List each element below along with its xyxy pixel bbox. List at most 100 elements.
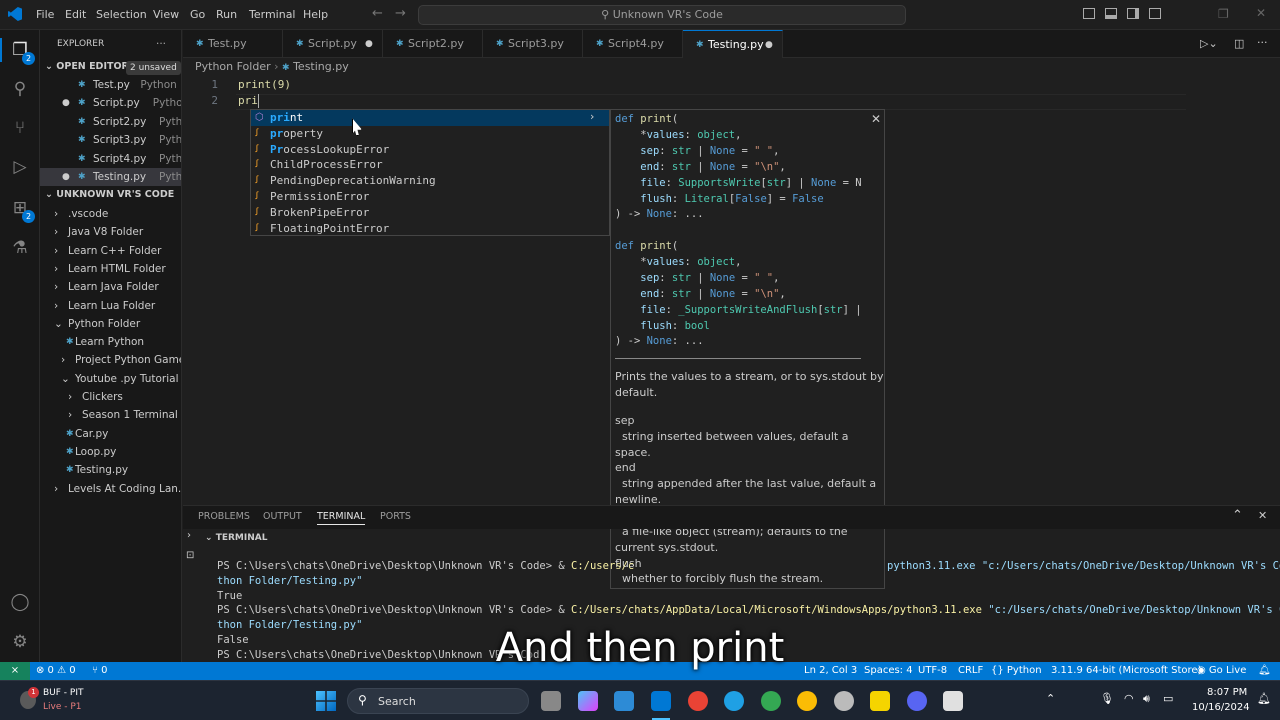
suggestion-item[interactable]: ꭍ ChildProcessError xyxy=(251,157,609,173)
sticky-notes-icon[interactable] xyxy=(870,691,890,711)
toggle-sidebar-icon[interactable] xyxy=(1083,8,1095,19)
tree-item[interactable]: › Clickers xyxy=(40,388,181,406)
source-control-icon[interactable]: ⑂ xyxy=(8,116,32,140)
obs-icon[interactable] xyxy=(834,691,854,711)
workspace-section[interactable]: ⌄ UNKNOWN VR'S CODE xyxy=(40,186,181,204)
task-view-icon[interactable] xyxy=(541,691,561,711)
tree-item[interactable]: ✱ Testing.py xyxy=(40,461,181,479)
search-icon[interactable]: ⚲ xyxy=(8,77,32,101)
tab-script-py[interactable]: ✱ Script.py ● xyxy=(283,30,383,58)
taskbar-search-box[interactable]: ⚲ Search xyxy=(347,688,529,714)
open-editor-item[interactable]: ✱ Test.py Python F... xyxy=(40,76,181,94)
tab-ports[interactable]: PORTS xyxy=(380,511,411,522)
wifi-icon[interactable]: ◠ xyxy=(1124,692,1134,705)
more-actions-icon[interactable]: ··· xyxy=(156,35,176,53)
open-editor-item[interactable]: ✱ Script2.py Pytho... xyxy=(40,113,181,131)
menu-selection[interactable]: Selection xyxy=(96,8,147,21)
tab-testing-py[interactable]: ✱ Testing.py ● xyxy=(683,30,783,58)
menu-terminal[interactable]: Terminal xyxy=(249,8,296,21)
discord-icon[interactable] xyxy=(907,691,927,711)
chrome-alt-icon[interactable] xyxy=(797,691,817,711)
suggestion-item[interactable]: ꭍ BrokenPipeError xyxy=(251,205,609,221)
command-center[interactable]: ⚲ Unknown VR's Code xyxy=(418,5,906,25)
file-explorer-icon[interactable] xyxy=(614,691,634,711)
menu-view[interactable]: View xyxy=(153,8,179,21)
account-icon[interactable]: ◯ xyxy=(8,590,32,614)
menu-go[interactable]: Go xyxy=(190,8,205,21)
volume-icon[interactable]: 🔊︎ xyxy=(1143,692,1150,706)
suggestion-item[interactable]: ꭍ ProcessLookupError xyxy=(251,142,609,158)
open-editor-item[interactable]: ✱ Script3.py Pytho... xyxy=(40,131,181,149)
windows-start-icon[interactable] xyxy=(316,691,336,711)
split-editor-icon[interactable]: ◫ xyxy=(1234,37,1244,50)
suggestion-item[interactable]: ꭍ PendingDeprecationWarning xyxy=(251,173,609,189)
close-window-icon[interactable]: ✕ xyxy=(1256,6,1266,20)
menu-help[interactable]: Help xyxy=(303,8,328,21)
maximize-panel-icon[interactable]: ⌃ xyxy=(1232,508,1243,523)
tree-item[interactable]: › Levels At Coding Lan... xyxy=(40,480,181,498)
restore-window-icon[interactable]: ❐ xyxy=(1218,7,1229,21)
tab-script3-py[interactable]: ✱ Script3.py xyxy=(483,30,583,58)
menu-run[interactable]: Run xyxy=(216,8,237,21)
suggestion-item[interactable]: ꭍ FloatingPointError xyxy=(251,221,609,237)
tree-item[interactable]: ⌄ Python Folder xyxy=(40,315,181,333)
back-arrow-icon[interactable]: ← xyxy=(372,6,383,21)
terminal-section-title[interactable]: ⌄ TERMINAL xyxy=(205,533,267,543)
tree-item[interactable]: › .vscode xyxy=(40,205,181,223)
tree-item[interactable]: ✱ Loop.py xyxy=(40,443,181,461)
clock-date[interactable]: 10/16/2024 xyxy=(1192,702,1250,713)
tab-terminal[interactable]: TERMINAL xyxy=(317,511,366,525)
testing-flask-icon[interactable]: ⚗ xyxy=(8,236,32,260)
tree-item[interactable]: › Learn Java Folder xyxy=(40,278,181,296)
tab-script2-py[interactable]: ✱ Script2.py xyxy=(383,30,483,58)
open-editor-item[interactable]: ● ✱ Testing.py Pytho... xyxy=(40,168,181,186)
tree-item[interactable]: ✱ Car.py xyxy=(40,425,181,443)
chevron-right-icon[interactable]: › xyxy=(187,530,191,541)
tree-item[interactable]: › Learn HTML Folder xyxy=(40,260,181,278)
microphone-icon[interactable]: 🎙︎ xyxy=(1100,692,1114,705)
run-debug-icon[interactable]: ▷ xyxy=(8,155,32,179)
tree-item[interactable]: › Learn C++ Folder xyxy=(40,242,181,260)
chrome-icon[interactable] xyxy=(688,691,708,711)
toggle-panel-icon[interactable] xyxy=(1105,8,1117,19)
open-editor-item[interactable]: ● ✱ Script.py Python ... xyxy=(40,94,181,112)
breadcrumb-folder[interactable]: Python Folder xyxy=(195,60,271,73)
code-line-1[interactable]: print(9) xyxy=(238,78,291,91)
chrome-profile-icon[interactable] xyxy=(761,691,781,711)
edge-icon[interactable] xyxy=(724,691,744,711)
tab-output[interactable]: OUTPUT xyxy=(263,511,302,522)
close-icon[interactable]: ✕ xyxy=(871,112,881,126)
more-actions-icon[interactable]: ··· xyxy=(1257,36,1268,49)
code-line-2[interactable]: pri xyxy=(238,94,258,107)
tab-script4-py[interactable]: ✱ Script4.py xyxy=(583,30,683,58)
battery-icon[interactable]: ▭ xyxy=(1163,692,1173,705)
tree-item[interactable]: › Java V8 Folder xyxy=(40,223,181,241)
forward-arrow-icon[interactable]: → xyxy=(395,6,406,21)
close-panel-icon[interactable]: ✕ xyxy=(1258,509,1267,522)
tab-problems[interactable]: PROBLEMS xyxy=(198,511,250,522)
chevron-right-icon[interactable]: › xyxy=(590,110,594,123)
suggestion-item[interactable]: ⬡ print xyxy=(251,110,609,126)
menu-edit[interactable]: Edit xyxy=(65,8,86,21)
menu-file[interactable]: File xyxy=(36,8,54,21)
breadcrumb-file[interactable]: Testing.py xyxy=(293,60,349,73)
tab-test-py[interactable]: ✱ Test.py xyxy=(183,30,283,58)
tree-item[interactable]: ⌄ Youtube .py Tutorial xyxy=(40,370,181,388)
tab-label: Testing.py xyxy=(708,38,764,51)
tree-item[interactable]: › Season 1 Terminal xyxy=(40,406,181,424)
chevron-up-icon[interactable]: ⌃ xyxy=(1046,692,1055,705)
snipping-tool-icon[interactable] xyxy=(943,691,963,711)
customize-layout-icon[interactable] xyxy=(1149,8,1161,19)
toggle-secondary-sidebar-icon[interactable] xyxy=(1127,8,1139,19)
vscode-taskbar-icon[interactable] xyxy=(651,691,671,711)
tree-item[interactable]: ✱ Learn Python xyxy=(40,333,181,351)
notification-center-icon[interactable]: 🔔︎ xyxy=(1257,692,1271,705)
tree-item[interactable]: › Learn Lua Folder xyxy=(40,297,181,315)
clock-time[interactable]: 8:07 PM xyxy=(1207,687,1247,698)
suggestion-item[interactable]: ꭍ PermissionError xyxy=(251,189,609,205)
copilot-icon[interactable] xyxy=(578,691,598,711)
suggestion-item[interactable]: ꭍ property xyxy=(251,126,609,142)
open-editor-item[interactable]: ✱ Script4.py Pytho... xyxy=(40,150,181,168)
tree-item[interactable]: › Project Python Games xyxy=(40,351,181,369)
run-python-file-icon[interactable]: ▷⌄ xyxy=(1200,37,1218,50)
